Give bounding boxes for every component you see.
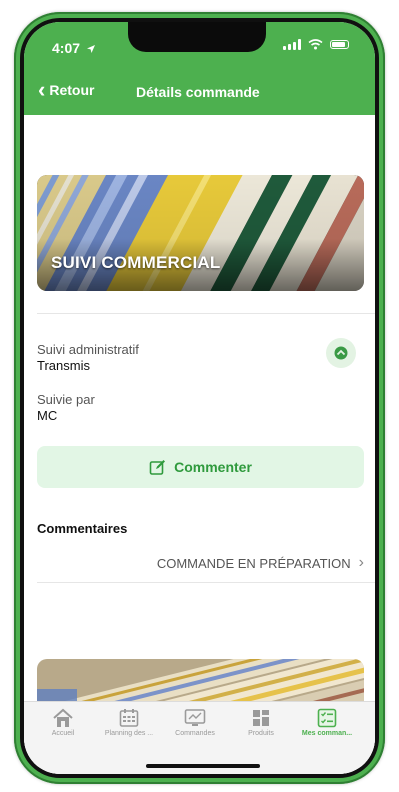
bottom-tab-bar: Accueil Planning des ... Commandes Produ… — [24, 701, 375, 774]
app-screen: 4:07 ‹ Retour Détails commande SUIVI COM… — [24, 22, 375, 774]
back-button[interactable]: ‹ Retour — [38, 77, 95, 102]
grid-icon — [253, 710, 269, 726]
admin-status-value: Transmis — [37, 358, 90, 373]
comments-section-title: Commentaires — [37, 521, 128, 536]
device-notch — [128, 22, 266, 52]
divider — [37, 313, 375, 314]
status-indicator-icon — [334, 346, 348, 360]
home-icon — [53, 708, 73, 727]
tab-mes-commandes[interactable]: Mes comman... — [294, 708, 360, 737]
followed-by-label: Suivie par — [37, 392, 95, 407]
checklist-icon — [317, 708, 337, 728]
home-indicator — [146, 764, 260, 768]
status-time: 4:07 — [52, 40, 96, 56]
status-time-text: 4:07 — [52, 40, 81, 56]
phone-bezel: 4:07 ‹ Retour Détails commande SUIVI COM… — [20, 18, 379, 778]
comment-button[interactable]: Commenter — [37, 446, 364, 488]
status-icons — [283, 39, 349, 50]
chevron-right-icon: › — [358, 554, 364, 571]
comment-button-label: Commenter — [174, 459, 252, 475]
tab-label: Mes comman... — [301, 730, 353, 737]
phone-frame: 4:07 ‹ Retour Détails commande SUIVI COM… — [14, 12, 385, 784]
tab-accueil[interactable]: Accueil — [30, 708, 96, 737]
tab-planning[interactable]: Planning des ... — [96, 708, 162, 737]
hero-title: SUIVI COMMERCIAL — [51, 253, 221, 272]
divider — [37, 582, 375, 583]
edit-icon — [149, 459, 166, 475]
admin-status-label: Suivi administratif — [37, 342, 139, 357]
battery-icon — [330, 40, 349, 49]
comment-item[interactable]: COMMANDE EN PRÉPARATION › — [37, 553, 364, 573]
monitor-icon — [184, 709, 206, 726]
back-button-label: Retour — [49, 82, 95, 98]
tab-produits[interactable]: Produits — [228, 708, 294, 737]
tab-label: Accueil — [51, 730, 75, 737]
calendar-icon — [119, 709, 139, 727]
fabric-rolls-image — [37, 175, 364, 291]
tab-commandes[interactable]: Commandes — [162, 708, 228, 737]
location-arrow-icon — [86, 45, 95, 54]
status-indicator[interactable] — [326, 338, 356, 368]
header-bar: 4:07 ‹ Retour Détails commande — [24, 22, 375, 115]
comment-item-label: COMMANDE EN PRÉPARATION — [156, 555, 351, 571]
tab-label: Commandes — [175, 730, 215, 737]
order-details-content: SUIVI COMMERCIAL Suivi administratif Tra… — [24, 115, 375, 774]
chevron-left-icon: ‹ — [38, 77, 46, 102]
signal-icon — [283, 39, 301, 50]
followed-by-value: MC — [37, 408, 58, 423]
tab-label: Planning des ... — [104, 730, 154, 737]
page-title: Détails commande — [136, 84, 260, 100]
wifi-icon — [308, 39, 323, 50]
tab-label: Produits — [248, 730, 274, 737]
hero-image-suivi-commercial: SUIVI COMMERCIAL — [37, 175, 364, 291]
